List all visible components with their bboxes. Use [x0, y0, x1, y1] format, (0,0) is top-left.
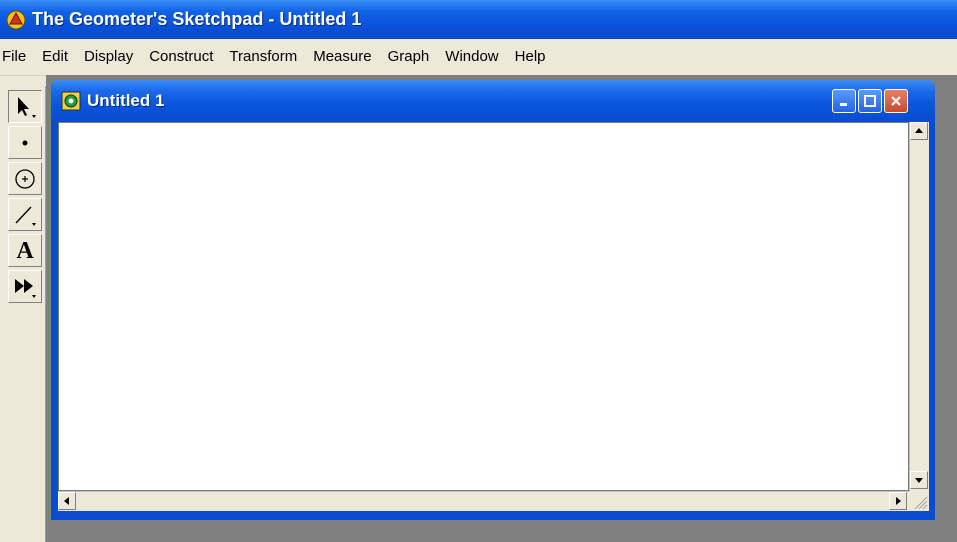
segment-icon — [15, 206, 36, 226]
close-button[interactable] — [884, 89, 908, 113]
sketch-document-icon — [61, 91, 81, 111]
straightedge-tool[interactable] — [8, 198, 42, 231]
app-title: The Geometer's Sketchpad - Untitled 1 — [32, 9, 362, 29]
right-arrow-icon — [896, 497, 901, 505]
menu-construct[interactable]: Construct — [141, 39, 221, 75]
scroll-left-button[interactable] — [58, 492, 76, 510]
scroll-right-button[interactable] — [889, 492, 907, 510]
menu-display[interactable]: Display — [76, 39, 141, 75]
resize-grip-icon — [914, 496, 928, 510]
text-a-icon: A — [16, 237, 34, 264]
maximize-icon — [864, 95, 876, 107]
menu-help[interactable]: Help — [507, 39, 554, 75]
point-tool[interactable] — [8, 126, 42, 159]
selection-arrow-tool[interactable] — [8, 90, 42, 123]
document-title: Untitled 1 — [87, 91, 165, 110]
minimize-icon — [840, 103, 847, 106]
app-title-bar[interactable]: The Geometer's Sketchpad - Untitled 1 — [0, 0, 957, 39]
maximize-button[interactable] — [858, 89, 882, 113]
menu-edit[interactable]: Edit — [34, 39, 76, 75]
resize-grip[interactable] — [909, 491, 929, 511]
sketchpad-app-icon — [6, 10, 26, 29]
menu-transform[interactable]: Transform — [221, 39, 305, 75]
horizontal-scrollbar[interactable] — [58, 491, 909, 511]
left-arrow-icon — [64, 497, 69, 505]
minimize-button[interactable] — [832, 89, 856, 113]
menu-graph[interactable]: Graph — [380, 39, 438, 75]
toolbox: A — [5, 86, 46, 542]
menu-bar: File Edit Display Construct Transform Me… — [0, 39, 957, 76]
fast-forward-icon — [15, 278, 36, 298]
scroll-up-button[interactable] — [910, 122, 928, 140]
circle-icon — [15, 168, 35, 189]
compass-tool[interactable] — [8, 162, 42, 195]
menu-window[interactable]: Window — [437, 39, 506, 75]
menu-measure[interactable]: Measure — [305, 39, 379, 75]
close-icon — [891, 96, 901, 106]
point-icon — [22, 140, 28, 145]
vertical-scrollbar[interactable] — [909, 122, 929, 491]
menu-file[interactable]: File — [0, 39, 34, 75]
document-window: Untitled 1 — [51, 80, 935, 520]
document-title-bar[interactable]: Untitled 1 — [51, 80, 935, 122]
text-tool[interactable]: A — [8, 234, 42, 267]
custom-tool[interactable] — [8, 270, 42, 303]
scroll-down-button[interactable] — [910, 471, 928, 489]
arrow-icon — [18, 96, 36, 118]
up-arrow-icon — [915, 128, 923, 133]
sketch-canvas[interactable] — [58, 122, 909, 491]
down-arrow-icon — [915, 478, 923, 483]
